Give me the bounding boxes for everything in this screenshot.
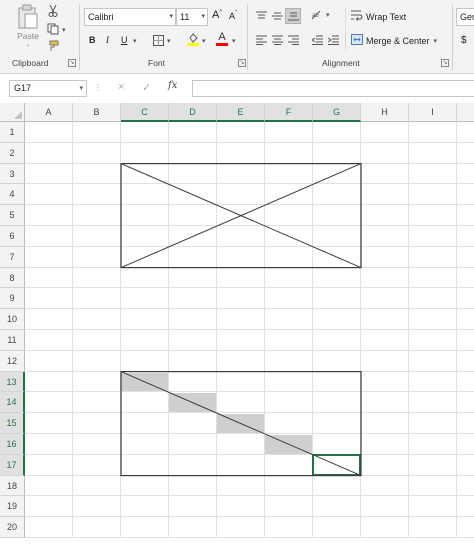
row-header-16[interactable]: 16: [0, 434, 25, 455]
shrink-font-button[interactable]: Aˇ: [229, 11, 237, 21]
alignment-launcher-icon[interactable]: ↘: [441, 59, 449, 67]
row-header-12[interactable]: 12: [0, 350, 25, 372]
borders-icon[interactable]: [151, 33, 165, 47]
cancel-icon[interactable]: ×: [118, 81, 124, 93]
row-header-14[interactable]: 14: [0, 392, 25, 414]
number-format-select[interactable]: Gen: [456, 8, 474, 26]
column-header-f[interactable]: F: [265, 103, 313, 122]
paste-label: Paste: [17, 31, 39, 41]
copy-icon[interactable]: [46, 22, 60, 36]
row-header-20[interactable]: 20: [0, 517, 25, 538]
row-header-8[interactable]: 8: [0, 267, 25, 289]
select-all-button[interactable]: [0, 103, 25, 122]
row-header-2[interactable]: 2: [0, 142, 25, 164]
worksheet-grid: ABCDEFGHI 1 2 3 4 5 6 7 8 9 10 11 12 13 14 15 16 17 18 19 2…: [0, 103, 474, 547]
clipboard-launcher-icon[interactable]: ↘: [68, 59, 76, 67]
paste-icon: [17, 4, 39, 30]
row-header-6[interactable]: 6: [0, 226, 25, 247]
font-group-label: Font: [148, 58, 166, 68]
cut-icon[interactable]: [46, 4, 60, 18]
row-header-3[interactable]: 3: [0, 163, 25, 185]
insert-function-button[interactable]: fx: [168, 80, 177, 91]
row-header-9[interactable]: 9: [0, 288, 25, 310]
row-header-10[interactable]: 10: [0, 309, 25, 330]
merge-center-button[interactable]: Merge & Center ▾: [351, 33, 437, 49]
align-middle-icon[interactable]: [270, 9, 284, 23]
clipboard-group-label: Clipboard: [12, 58, 49, 68]
alignment-group-label: Alignment: [322, 58, 360, 68]
row-header-18[interactable]: 18: [0, 475, 25, 497]
row-header-4[interactable]: 4: [0, 184, 25, 206]
column-header-h[interactable]: H: [361, 103, 409, 122]
row-header-19[interactable]: 19: [0, 496, 25, 518]
decrease-indent-icon[interactable]: [310, 33, 324, 47]
font-size-select[interactable]: 11 ▾: [176, 8, 208, 26]
increase-indent-icon[interactable]: [326, 33, 340, 47]
align-top-icon[interactable]: [254, 9, 268, 23]
column-header-c[interactable]: C: [121, 103, 169, 122]
row-header-11[interactable]: 11: [0, 330, 25, 351]
bold-button[interactable]: B: [89, 35, 96, 45]
merge-center-icon: [351, 32, 363, 50]
italic-button[interactable]: I: [106, 35, 109, 45]
currency-button[interactable]: $: [461, 35, 467, 46]
row-header-17[interactable]: 17: [0, 454, 25, 476]
font-launcher-icon[interactable]: ↘: [238, 59, 246, 67]
column-header-b[interactable]: B: [73, 103, 121, 122]
grow-font-button[interactable]: A^: [212, 9, 222, 21]
ribbon: Paste ⌄ ▾ Clipboard ↘ Calibri ▾ 11 ▾ A^ …: [0, 0, 474, 74]
shape-overlay: [120, 162, 362, 477]
wrap-text-button[interactable]: Wrap Text: [351, 9, 406, 25]
chevron-down-icon: ▾: [79, 85, 83, 92]
wrap-text-icon: [351, 8, 363, 26]
formula-input[interactable]: [192, 80, 474, 97]
orientation-icon[interactable]: ab: [310, 8, 324, 22]
underline-button[interactable]: U: [121, 35, 128, 45]
font-name-select[interactable]: Calibri ▾: [84, 8, 176, 26]
font-color-icon[interactable]: A: [215, 31, 229, 47]
column-header-d[interactable]: D: [169, 103, 217, 122]
column-header-overflow[interactable]: [457, 103, 474, 122]
paste-button[interactable]: Paste ⌄: [14, 4, 42, 48]
svg-text:ab: ab: [312, 13, 319, 19]
format-painter-icon[interactable]: [46, 39, 60, 53]
column-header-i[interactable]: I: [409, 103, 457, 122]
fill-color-icon[interactable]: [186, 32, 200, 47]
align-right-icon[interactable]: [286, 33, 300, 47]
align-bottom-icon[interactable]: [285, 8, 301, 24]
row-header-7[interactable]: 7: [0, 246, 25, 268]
column-header-g[interactable]: G: [313, 103, 361, 122]
row-header-5[interactable]: 5: [0, 205, 25, 226]
align-center-icon[interactable]: [270, 33, 284, 47]
enter-icon[interactable]: ✓: [142, 81, 151, 94]
row-header-1[interactable]: 1: [0, 122, 25, 143]
align-left-icon[interactable]: [254, 33, 268, 47]
name-box[interactable]: G17 ▾: [9, 80, 87, 97]
column-header-a[interactable]: A: [25, 103, 73, 122]
formula-bar-grip-icon[interactable]: ⋮: [94, 83, 102, 92]
row-header-13[interactable]: 13: [0, 371, 25, 393]
row-header-15[interactable]: 15: [0, 413, 25, 434]
column-header-e[interactable]: E: [217, 103, 265, 122]
formula-bar: G17 ▾ ⋮ × ✓ fx: [0, 76, 474, 101]
diagonal-box-diagonal-1: [120, 371, 362, 477]
